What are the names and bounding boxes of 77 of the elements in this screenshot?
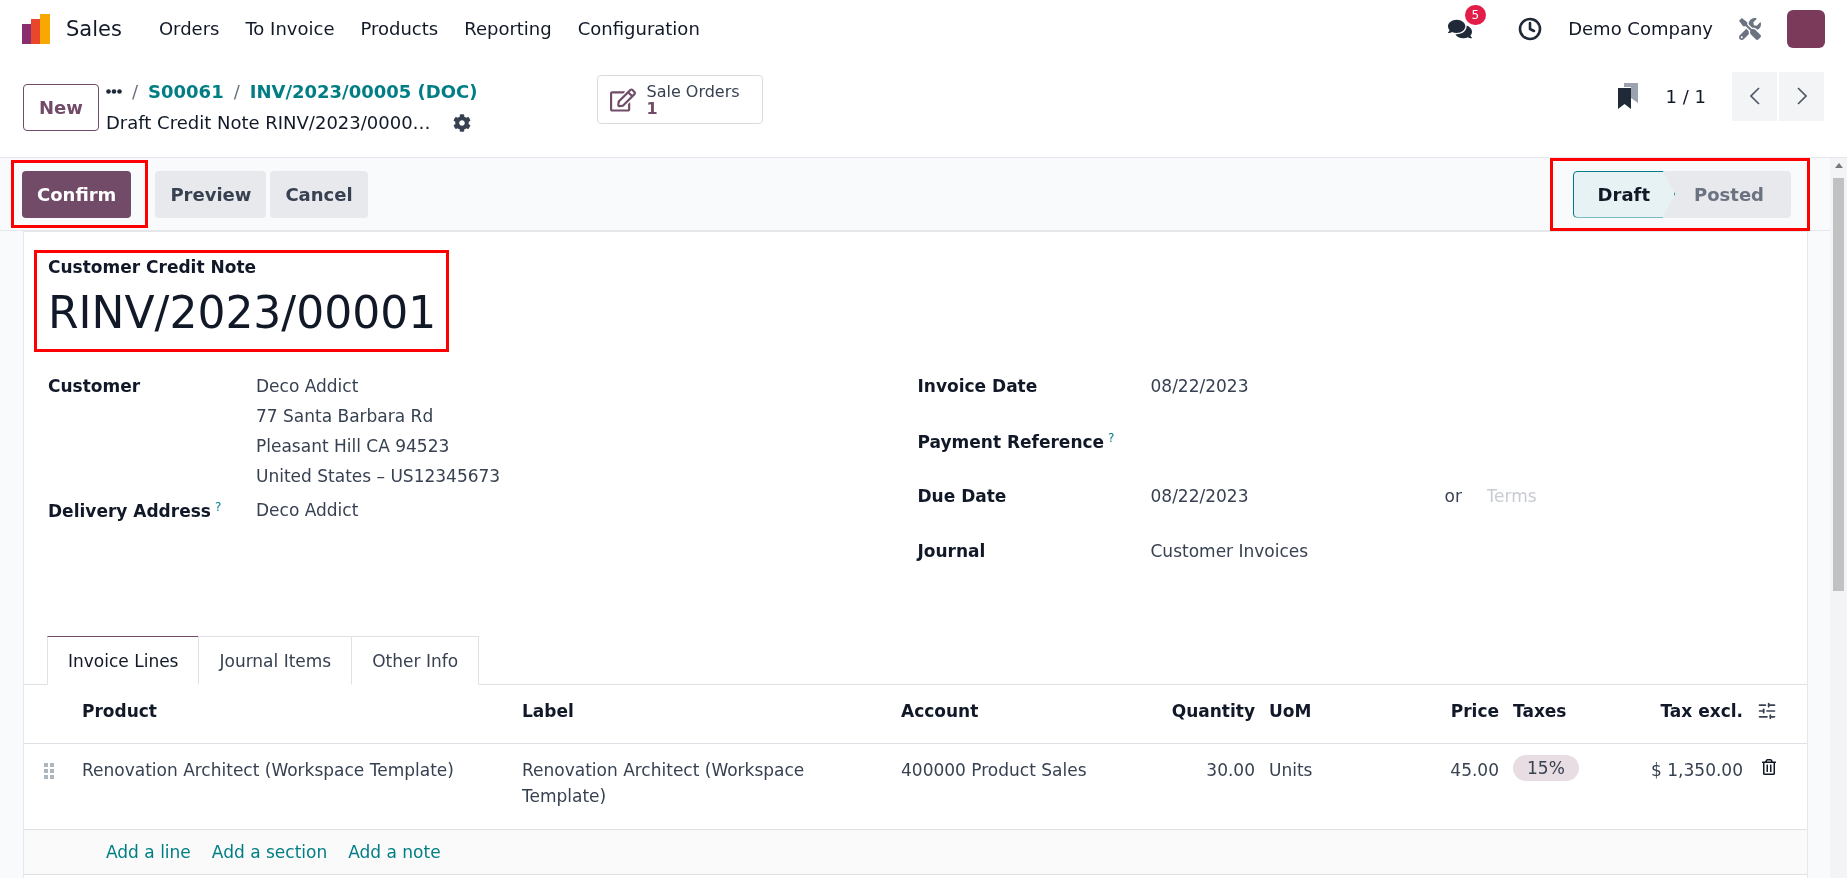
address-line: United States – US12345673: [256, 466, 502, 486]
action-button[interactable]: Cancel: [270, 170, 368, 218]
tax-tag: 15%: [1513, 755, 1579, 781]
app-name[interactable]: Sales: [66, 16, 122, 41]
address-line: Pleasant Hill CA 94523: [256, 436, 451, 456]
column-header[interactable]: UoM: [1269, 685, 1380, 721]
status-stage[interactable]: Draft: [1572, 170, 1675, 218]
table-cell-text: Renovation Architect (Workspace Template): [82, 759, 455, 782]
breadcrumb-link[interactable]: S00061: [148, 81, 224, 102]
record-number: RINV/2023/00001: [48, 286, 437, 340]
ellipsis-icon[interactable]: [106, 89, 122, 94]
breadcrumb-link[interactable]: INV/2023/00005 (DOC): [249, 81, 478, 102]
address-line: 77 Santa Barbara Rd: [256, 406, 435, 426]
breadcrumb-separator: /: [132, 81, 139, 102]
column-header[interactable]: Label: [522, 685, 901, 721]
add-line-link[interactable]: Add a note: [348, 842, 441, 862]
column-settings-icon[interactable]: [1757, 701, 1777, 721]
help-tooltip-mark[interactable]: ?: [1108, 431, 1115, 445]
settings-icon[interactable]: [452, 113, 471, 132]
column-header[interactable]: Quantity: [1129, 685, 1269, 721]
field-label: Delivery Address: [48, 501, 211, 522]
clock-icon[interactable]: [1518, 16, 1543, 41]
user-avatar[interactable]: [1787, 9, 1825, 48]
help-tooltip-mark[interactable]: ?: [214, 500, 222, 514]
action-button[interactable]: Confirm: [22, 171, 132, 218]
action-button[interactable]: Preview: [155, 170, 267, 218]
menu-item[interactable]: Orders: [145, 18, 233, 39]
chevron-right-icon: [1796, 87, 1807, 105]
table-cell-text: $ 1,350.00: [1650, 759, 1744, 782]
field-label: Invoice Date: [917, 376, 1038, 396]
bookmarks-icon[interactable]: [1617, 83, 1640, 109]
notebook-tab[interactable]: Invoice Lines: [47, 636, 200, 685]
edit-icon: [610, 86, 637, 113]
record-title: Draft Credit Note RINV/2023/0000…: [106, 112, 431, 133]
field-value[interactable]: 08/22/2023: [1150, 376, 1783, 431]
add-line-link[interactable]: Add a line: [106, 842, 191, 862]
customer-name[interactable]: Deco Addict: [256, 500, 916, 520]
field-label: Customer: [48, 376, 141, 396]
column-header[interactable]: Price: [1380, 685, 1513, 721]
breadcrumb-separator: /: [233, 81, 240, 102]
column-header[interactable]: Tax excl.: [1620, 685, 1757, 721]
record-type-label: Customer Credit Note: [48, 257, 258, 277]
customer-name[interactable]: Deco Addict: [256, 376, 916, 396]
pager-value: 1 / 1: [1665, 85, 1706, 107]
menu-item[interactable]: To Invoice: [232, 18, 348, 39]
delete-icon[interactable]: [1761, 759, 1777, 775]
app-logo-icon: [22, 13, 52, 44]
field-label: Payment Reference: [917, 432, 1105, 453]
field-label: Journal: [917, 541, 986, 561]
field-value[interactable]: 08/22/2023: [1150, 486, 1445, 541]
vertical-scrollbar[interactable]: [1830, 158, 1847, 878]
chevron-left-icon: [1749, 87, 1760, 105]
menu-item[interactable]: Configuration: [564, 18, 713, 39]
menu-item[interactable]: Products: [347, 18, 452, 39]
table-cell-text: 400000 Product Sales: [901, 759, 1088, 782]
message-count-badge: 5: [1464, 4, 1487, 25]
new-button[interactable]: New: [23, 83, 99, 131]
status-stage[interactable]: Posted: [1663, 170, 1791, 218]
menu-item[interactable]: Reporting: [451, 18, 565, 39]
column-header[interactable]: Account: [901, 685, 1129, 721]
tools-icon[interactable]: [1739, 17, 1761, 40]
field-value[interactable]: Customer Invoices: [1150, 541, 1783, 596]
add-line-link[interactable]: Add a section: [211, 842, 328, 862]
drag-handle-icon[interactable]: [44, 763, 54, 779]
or-text: or: [1444, 486, 1463, 508]
company-name[interactable]: Demo Company: [1568, 18, 1713, 39]
notebook-tab[interactable]: Other Info: [351, 636, 480, 685]
sale-orders-smart-button[interactable]: Sale Orders 1: [597, 75, 764, 124]
table-cell-text: Renovation Architect (Workspace Template): [522, 759, 806, 808]
field-label: Due Date: [917, 486, 1007, 506]
table-cell-text: 45.00: [1449, 759, 1500, 782]
scroll-up-arrow-icon[interactable]: [1834, 163, 1843, 168]
table-cell-text: 30.00: [1205, 759, 1256, 782]
column-header[interactable]: Product: [82, 685, 522, 721]
notebook-tab[interactable]: Journal Items: [198, 636, 353, 685]
table-cell-text: Units: [1269, 759, 1314, 782]
column-header[interactable]: Taxes: [1513, 685, 1620, 721]
